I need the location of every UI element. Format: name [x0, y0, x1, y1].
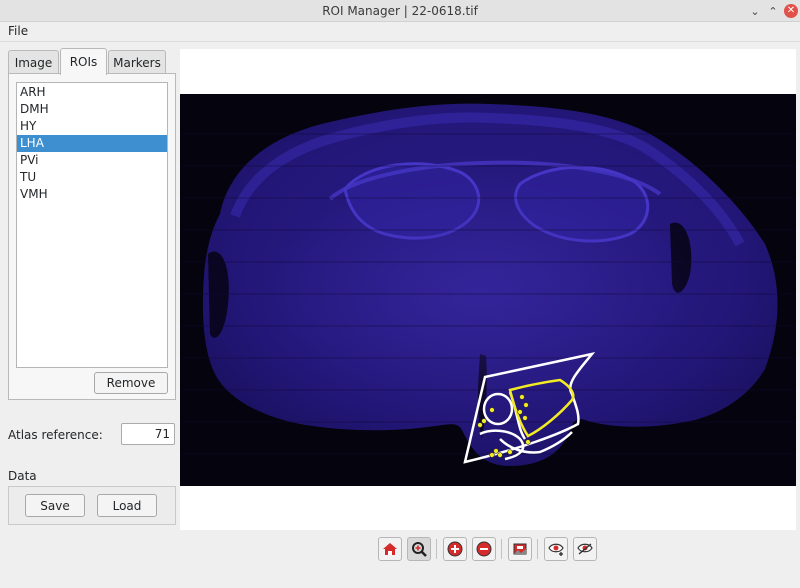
menubar: File	[0, 22, 800, 42]
roi-list-item[interactable]: PVi	[17, 152, 167, 169]
roi-list[interactable]: ARH DMH HY LHA PVi TU VMH	[16, 82, 168, 368]
roi-list-item[interactable]: ARH	[17, 84, 167, 101]
tab-markers[interactable]: Markers	[108, 50, 166, 74]
roi-list-item[interactable]: VMH	[17, 186, 167, 203]
brain-section-image[interactable]	[180, 94, 796, 486]
tab-image[interactable]: Image	[8, 50, 59, 74]
window-title: ROI Manager | 22-0618.tif	[322, 3, 478, 18]
toolbar-separator	[501, 539, 502, 559]
save-image-button[interactable]	[508, 537, 532, 561]
home-icon	[383, 543, 397, 555]
remove-button[interactable]: Remove	[94, 372, 168, 394]
zoom-in-icon	[447, 541, 463, 557]
hide-markers-icon	[577, 543, 593, 555]
menu-file[interactable]: File	[8, 24, 28, 38]
roi-list-item[interactable]: TU	[17, 169, 167, 186]
zoom-out-icon	[476, 541, 492, 557]
zoom-region-button[interactable]	[407, 537, 431, 561]
home-button[interactable]	[378, 537, 402, 561]
save-button[interactable]: Save	[25, 494, 85, 517]
roi-list-item[interactable]: HY	[17, 118, 167, 135]
roi-list-item-selected[interactable]: LHA	[17, 135, 167, 152]
rois-tab-panel: ARH DMH HY LHA PVi TU VMH Remove	[8, 73, 176, 400]
atlas-reference-spinbox[interactable]: 71	[121, 423, 175, 445]
minimize-icon[interactable]: ⌄	[748, 4, 762, 18]
load-button[interactable]: Load	[97, 494, 157, 517]
show-markers-button[interactable]	[544, 537, 568, 561]
save-image-icon	[513, 543, 527, 555]
hide-markers-button[interactable]	[573, 537, 597, 561]
show-markers-icon	[548, 543, 564, 556]
close-icon[interactable]: ✕	[784, 4, 798, 18]
roi-list-item[interactable]: DMH	[17, 101, 167, 118]
tab-rois[interactable]: ROIs	[60, 48, 107, 75]
toolbar-separator	[436, 539, 437, 559]
window-titlebar: ROI Manager | 22-0618.tif ⌄ ⌃ ✕	[0, 0, 800, 22]
data-section: Save Load	[8, 486, 176, 525]
toolbar-separator	[537, 539, 538, 559]
zoom-out-button[interactable]	[472, 537, 496, 561]
image-viewer[interactable]	[180, 49, 796, 530]
data-section-label: Data	[8, 469, 37, 483]
maximize-icon[interactable]: ⌃	[766, 4, 780, 18]
atlas-reference-label: Atlas reference:	[8, 428, 103, 442]
brain-section-svg	[180, 103, 796, 466]
zoom-region-icon	[412, 542, 427, 557]
zoom-in-button[interactable]	[443, 537, 467, 561]
